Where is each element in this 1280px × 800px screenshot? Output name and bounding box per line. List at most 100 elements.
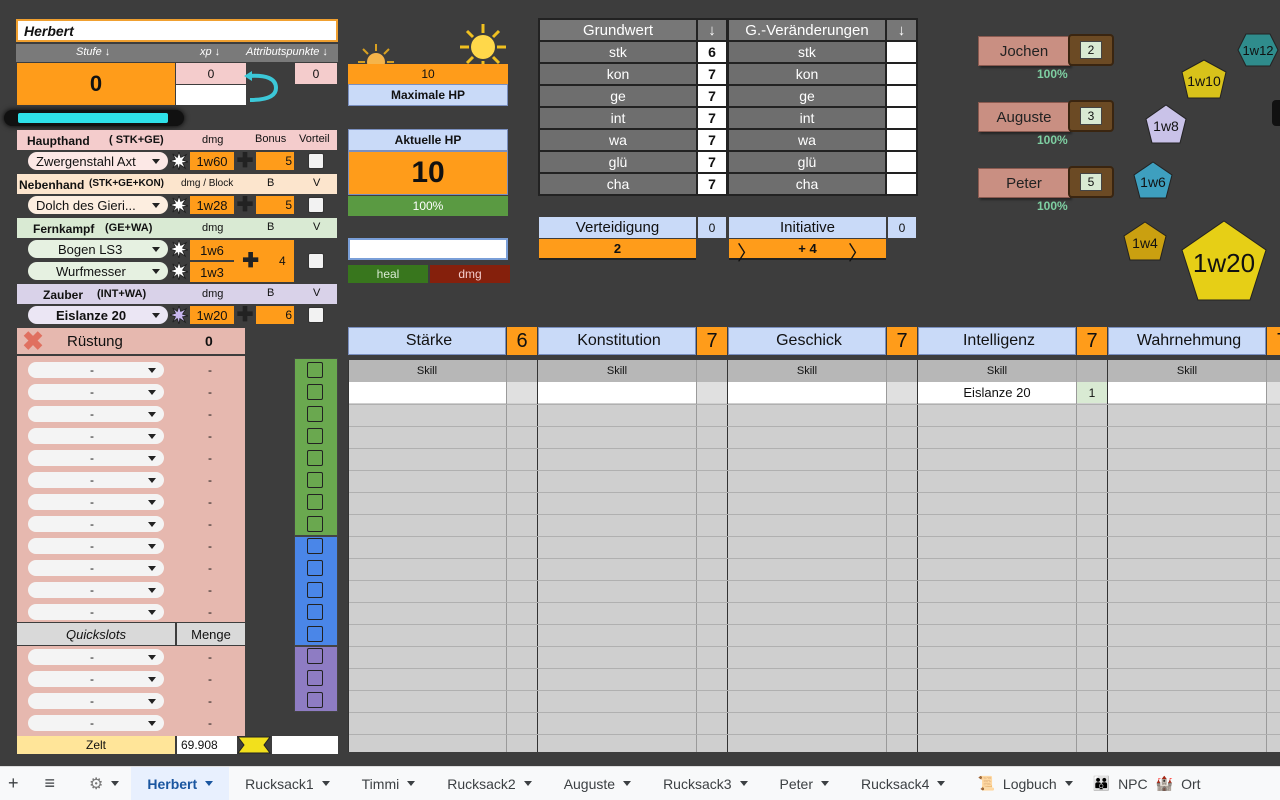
skill-entry[interactable] (348, 382, 506, 403)
nebenhand-vorteil-checkbox[interactable] (308, 197, 324, 213)
ruestung-slot-select[interactable]: - (28, 472, 164, 488)
skill-entry-value[interactable] (507, 382, 537, 403)
skill-entry-value[interactable] (887, 382, 917, 403)
close-x-icon[interactable]: ✖ (19, 326, 47, 356)
ruestung-slot-select[interactable]: - (28, 362, 164, 378)
d10-die-icon[interactable]: 1w10 (1178, 58, 1230, 102)
sheet-options-button[interactable]: ⚙ (75, 767, 131, 800)
refresh-arrow-icon[interactable] (242, 70, 282, 104)
quickslot-select[interactable]: - (28, 693, 164, 709)
sheet-tab[interactable]: Herbert (131, 766, 230, 800)
sheet-tab[interactable]: Rucksack1 (229, 767, 345, 800)
player-name-tag[interactable]: Jochen (978, 36, 1070, 66)
sheet-tab[interactable]: 📜 Logbuch (961, 767, 1088, 800)
tracker-checkbox[interactable] (307, 560, 323, 576)
treasure-chest-icon[interactable]: 5 (1068, 166, 1114, 198)
skill-entry[interactable] (538, 382, 696, 403)
tracker-checkbox[interactable] (307, 648, 323, 664)
all-sheets-button[interactable]: ≡ (29, 767, 76, 800)
tracker-checkbox[interactable] (307, 384, 323, 400)
skill-entry[interactable]: Eislanze 20 (918, 382, 1076, 403)
xp-input[interactable] (176, 85, 246, 105)
tracker-checkbox[interactable] (307, 670, 323, 686)
ruestung-slot-select[interactable]: - (28, 538, 164, 554)
tracker-checkbox[interactable] (307, 604, 323, 620)
zauber-vorteil-checkbox[interactable] (308, 307, 324, 323)
tracker-checkbox[interactable] (307, 692, 323, 708)
xp-value[interactable]: 0 (176, 63, 246, 84)
current-hp-value[interactable]: 10 (348, 151, 508, 195)
fernkampf-select-2[interactable]: Wurfmesser (28, 262, 168, 280)
tracker-checkbox[interactable] (307, 582, 323, 598)
ruestung-slot-select[interactable]: - (28, 428, 164, 444)
ruestung-slot-select[interactable]: - (28, 406, 164, 422)
tracker-checkbox[interactable] (307, 362, 323, 378)
ruestung-slot-select[interactable]: - (28, 604, 164, 620)
hp-change-input[interactable] (348, 238, 508, 260)
tracker-checkbox[interactable] (307, 428, 323, 444)
nebenhand-select[interactable]: Dolch des Gieri... (28, 196, 168, 214)
sheet-tab[interactable]: 👪 NPC (1089, 767, 1152, 800)
veraenderungen-value-cell[interactable] (887, 130, 916, 150)
tracker-checkbox[interactable] (307, 538, 323, 554)
ruestung-slot-select[interactable]: - (28, 516, 164, 532)
sheet-tab[interactable]: Timmi (346, 767, 432, 800)
treasure-chest-icon[interactable]: 3 (1068, 100, 1114, 132)
d20-die-icon[interactable]: 1w20 (1178, 218, 1270, 304)
max-hp-value[interactable]: 10 (348, 64, 508, 84)
fernkampf-vorteil-checkbox[interactable] (308, 253, 324, 269)
grundwert-sort-arrow[interactable]: ↓ (698, 20, 726, 40)
sheet-tab[interactable]: Rucksack2 (431, 767, 547, 800)
grundwert-value-cell[interactable]: 7 (698, 86, 726, 106)
skill-entry[interactable] (728, 382, 886, 403)
sheet-tab[interactable]: Rucksack3 (647, 767, 763, 800)
tracker-checkbox[interactable] (307, 516, 323, 532)
skill-entry[interactable] (1108, 382, 1266, 403)
ruestung-slot-select[interactable]: - (28, 582, 164, 598)
tracker-checkbox[interactable] (307, 472, 323, 488)
haupthand-vorteil-checkbox[interactable] (308, 153, 324, 169)
player-name-tag[interactable]: Auguste (978, 102, 1070, 132)
fernkampf-select-1[interactable]: Bogen LS3 (28, 240, 168, 258)
veraenderungen-value-cell[interactable] (887, 108, 916, 128)
ruestung-slot-select[interactable]: - (28, 494, 164, 510)
veraenderungen-sort-arrow[interactable]: ↓ (887, 20, 916, 40)
tracker-checkbox[interactable] (307, 626, 323, 642)
grundwert-value-cell[interactable]: 7 (698, 130, 726, 150)
character-name-field[interactable]: Herbert (16, 19, 338, 42)
tracker-checkbox[interactable] (307, 406, 323, 422)
sheet-tab[interactable]: Rucksack4 (845, 767, 961, 800)
add-sheet-button[interactable]: + (0, 767, 29, 800)
veraenderungen-value-cell[interactable] (887, 174, 916, 194)
haupthand-select[interactable]: Zwergenstahl Axt (28, 152, 168, 170)
d8-die-icon[interactable]: 1w8 (1142, 103, 1190, 147)
quickslot-select[interactable]: - (28, 671, 164, 687)
ruestung-slot-select[interactable]: - (28, 384, 164, 400)
tracker-checkbox[interactable] (307, 494, 323, 510)
sheet-tab[interactable]: Auguste (548, 767, 647, 800)
d12-die-icon[interactable]: 1w12 (1234, 32, 1280, 70)
stufe-value[interactable]: 0 (17, 63, 175, 105)
veraenderungen-value-cell[interactable] (887, 64, 916, 84)
skill-entry-value[interactable]: 1 (1077, 382, 1107, 403)
quickslot-select[interactable]: - (28, 649, 164, 665)
tracker-checkbox[interactable] (307, 450, 323, 466)
sheet-tab[interactable]: 🏰 Ort (1152, 767, 1205, 800)
grundwert-value-cell[interactable]: 7 (698, 152, 726, 172)
grundwert-value-cell[interactable]: 7 (698, 108, 726, 128)
player-name-tag[interactable]: Peter (978, 168, 1070, 198)
skill-entry-value[interactable] (1267, 382, 1280, 403)
zauber-select[interactable]: Eislanze 20 (28, 306, 168, 324)
skill-entry-value[interactable] (697, 382, 727, 403)
heal-button[interactable]: heal (348, 265, 428, 283)
ruestung-slot-select[interactable]: - (28, 450, 164, 466)
treasure-chest-icon[interactable]: 2 (1068, 34, 1114, 66)
grundwert-value-cell[interactable]: 7 (698, 174, 726, 194)
veraenderungen-value-cell[interactable] (887, 152, 916, 172)
grundwert-value-cell[interactable]: 7 (698, 64, 726, 84)
veraenderungen-value-cell[interactable] (887, 42, 916, 62)
sheet-tab[interactable]: Peter (764, 767, 845, 800)
d4-die-icon[interactable]: 1w4 (1120, 220, 1170, 264)
attr-points-value[interactable]: 0 (295, 63, 337, 84)
veraenderungen-value-cell[interactable] (887, 86, 916, 106)
